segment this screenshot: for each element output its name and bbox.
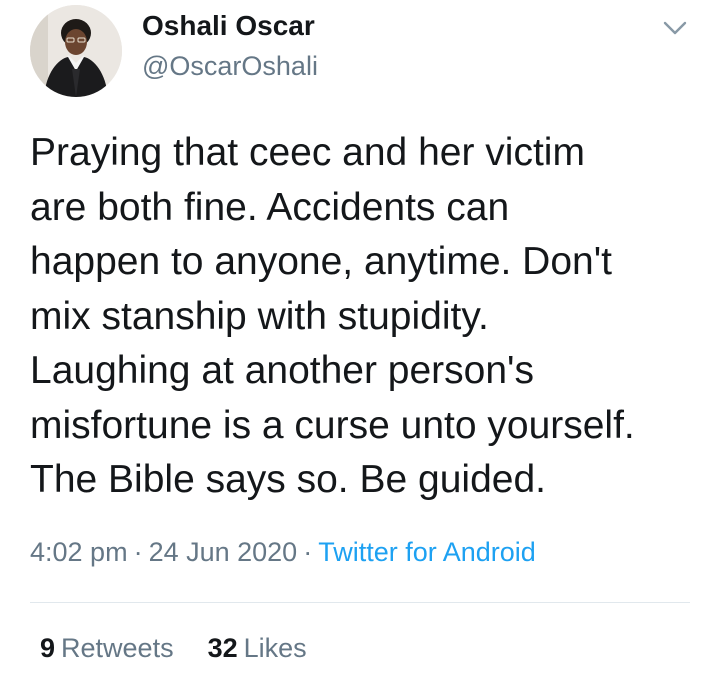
avatar-photo-icon (30, 5, 122, 97)
author-display-name[interactable]: Oshali Oscar (142, 10, 315, 42)
engagement-stats: 9 Retweets 32 Likes (40, 633, 307, 664)
tweet-meta: 4:02 pm · 24 Jun 2020 · Twitter for Android (30, 537, 536, 568)
meta-separator: · (133, 537, 143, 567)
tweet-time[interactable]: 4:02 pm (30, 537, 128, 567)
retweets-count: 9 (40, 633, 56, 663)
likes-count: 32 (207, 633, 238, 663)
tweet-source-link[interactable]: Twitter for Android (318, 537, 536, 567)
tweet-menu-button[interactable] (658, 14, 692, 42)
meta-separator: · (303, 537, 313, 567)
tweet-text: Praying that ceec and her victim are bot… (30, 131, 635, 501)
avatar[interactable] (30, 5, 122, 97)
tweet-date[interactable]: 24 Jun 2020 (149, 537, 298, 567)
likes-label: Likes (243, 633, 307, 663)
retweets-label: Retweets (61, 633, 174, 663)
divider (30, 602, 690, 603)
likes-stat[interactable]: 32 Likes (208, 633, 307, 664)
chevron-down-icon (663, 21, 687, 35)
retweets-stat[interactable]: 9 Retweets (40, 633, 174, 664)
author-handle[interactable]: @OscarOshali (142, 51, 318, 82)
tweet-card: Oshali Oscar @OscarOshali Praying that c… (0, 0, 720, 674)
